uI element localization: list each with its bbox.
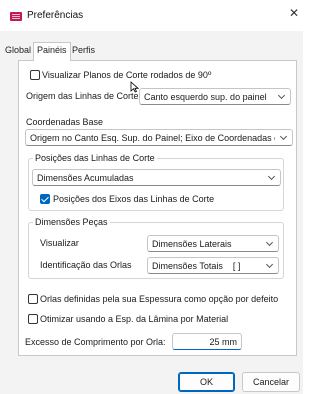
origem-linhas-value: Canto esquerdo sup. do painel	[144, 92, 267, 102]
excesso-input[interactable]: 25 mm	[172, 333, 242, 350]
identificacao-orlas-value: Dimensões Totais [ ]	[152, 261, 241, 271]
ok-button[interactable]: OK	[178, 372, 235, 392]
dimensoes-pecas-group: Dimensões Peças Visualizar Dimensões Lat…	[28, 217, 284, 279]
origem-linhas-label: Origem das Linhas de Corte	[26, 91, 139, 101]
tab-paineis[interactable]: Painéis	[33, 42, 71, 61]
mouse-pointer-icon	[130, 81, 139, 93]
tab-global[interactable]: Global	[5, 45, 31, 55]
posicoes-eixos-checkbox[interactable]	[40, 194, 50, 204]
origem-linhas-dropdown[interactable]: Canto esquerdo sup. do painel	[139, 88, 291, 105]
visualizar-value: Dimensões Laterais	[152, 239, 232, 249]
excesso-value: 25 mm	[209, 337, 237, 347]
dimensoes-pecas-group-title: Dimensões Peças	[33, 217, 110, 227]
title-bar: Preferências ✕	[0, 0, 303, 31]
posicoes-eixos-label[interactable]: Posições dos Eixos das Linhas de Corte	[53, 194, 214, 204]
visualizar-dropdown[interactable]: Dimensões Laterais	[147, 235, 279, 252]
identificacao-orlas-label: Identificação das Orlas	[40, 260, 132, 270]
posicoes-linhas-value: Dimensões Acumuladas	[37, 173, 134, 183]
chevron-down-icon	[277, 91, 286, 100]
chevron-down-icon	[267, 172, 276, 181]
dialog-client-area: Global Painéis Perfis Visualizar Planos …	[0, 31, 303, 394]
orlas-espessura-checkbox[interactable]	[28, 294, 38, 304]
visualizar-label: Visualizar	[40, 238, 79, 248]
posicoes-linhas-dropdown[interactable]: Dimensões Acumuladas	[32, 169, 281, 186]
chevron-down-icon	[279, 132, 288, 141]
excesso-label: Excesso de Comprimento por Orla:	[25, 337, 166, 347]
chevron-down-icon	[265, 260, 274, 269]
cancel-button[interactable]: Cancelar	[242, 372, 300, 392]
otimizar-label[interactable]: Otimizar usando a Esp. da Lâmina por Mat…	[40, 314, 228, 324]
coordenadas-base-value: Origem no Canto Esq. Sup. do Painel; Eix…	[30, 133, 275, 143]
app-icon	[10, 12, 22, 21]
tab-perfis[interactable]: Perfis	[72, 45, 95, 55]
posicoes-linhas-group: Posições das Linhas de Corte Dimensões A…	[28, 153, 284, 211]
orlas-espessura-label[interactable]: Orlas definidas pela sua Espessura como …	[40, 294, 278, 304]
visualizar-planos-label[interactable]: Visualizar Planos de Corte rodados de 90…	[42, 70, 211, 80]
chevron-down-icon	[265, 238, 274, 247]
identificacao-orlas-dropdown[interactable]: Dimensões Totais [ ]	[147, 257, 279, 274]
coordenadas-base-label: Coordenadas Base	[26, 117, 104, 127]
tab-panel-paineis: Visualizar Planos de Corte rodados de 90…	[18, 60, 297, 356]
otimizar-checkbox[interactable]	[28, 314, 38, 324]
visualizar-planos-checkbox[interactable]	[30, 70, 40, 80]
close-icon[interactable]: ✕	[289, 6, 303, 24]
window-title: Preferências	[27, 10, 84, 21]
posicoes-linhas-group-title: Posições das Linhas de Corte	[33, 153, 157, 163]
coordenadas-base-dropdown[interactable]: Origem no Canto Esq. Sup. do Painel; Eix…	[25, 129, 293, 146]
